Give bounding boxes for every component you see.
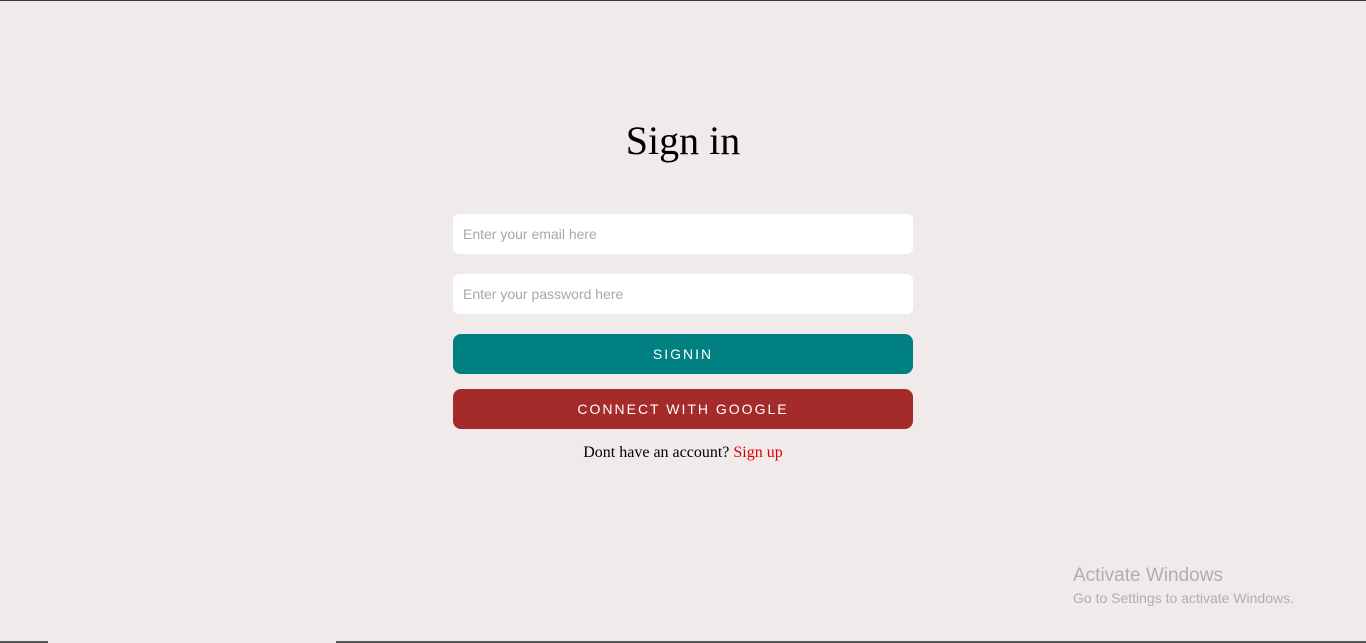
connect-google-button[interactable]: Connect with Google xyxy=(453,389,913,429)
password-field[interactable] xyxy=(453,274,913,314)
email-field[interactable] xyxy=(453,214,913,254)
signin-form: Sign in Signin Connect with Google Dont … xyxy=(453,110,913,463)
signup-link[interactable]: Sign up xyxy=(733,444,782,461)
activate-windows-watermark: Activate Windows Go to Settings to activ… xyxy=(1073,565,1294,609)
watermark-title: Activate Windows xyxy=(1073,565,1223,586)
signin-button[interactable]: Signin xyxy=(453,334,913,374)
watermark-subtitle: Go to Settings to activate Windows. xyxy=(1073,590,1294,606)
signup-prompt: Dont have an account? Sign up xyxy=(453,443,913,463)
no-account-text: Dont have an account? xyxy=(583,444,730,461)
window-top-border xyxy=(0,0,1366,1)
page-title: Sign in xyxy=(625,118,741,163)
